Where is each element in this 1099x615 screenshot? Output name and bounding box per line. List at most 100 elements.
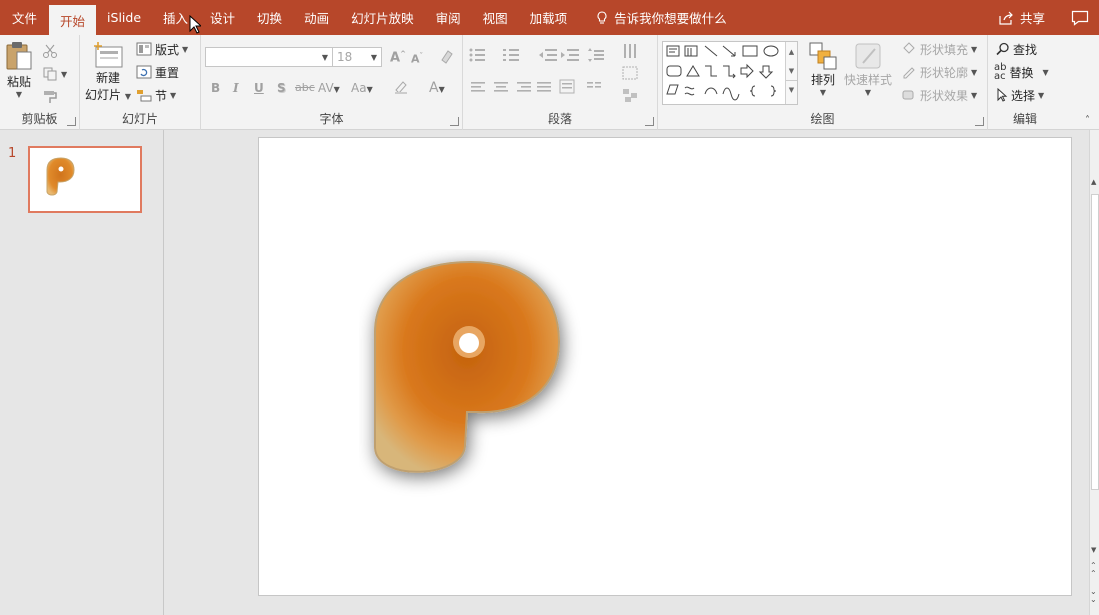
- gallery-more-icon[interactable]: ▼: [786, 80, 797, 99]
- slide-number: 1: [8, 146, 17, 161]
- change-case-button[interactable]: Aa▼: [351, 81, 373, 95]
- gallery-down-icon[interactable]: ▼: [786, 62, 797, 80]
- shape-effects-icon: [902, 90, 914, 100]
- tell-me-text: 告诉我你想要做什么: [614, 11, 727, 26]
- underline-button[interactable]: U: [254, 81, 264, 95]
- share-button[interactable]: 共享: [992, 8, 1063, 27]
- quick-styles-icon: [855, 43, 881, 69]
- layout-button[interactable]: 版式 ▼: [136, 39, 188, 59]
- font-size-input[interactable]: 18 ▼: [332, 47, 382, 67]
- char-spacing-label: AV: [318, 81, 334, 95]
- slide-canvas[interactable]: [258, 137, 1072, 596]
- thumbnail-letter-p-image: [46, 157, 75, 196]
- group-label-font: 字体: [319, 112, 344, 126]
- drawing-launcher-icon[interactable]: [975, 117, 984, 126]
- change-case-label: Aa: [351, 81, 367, 95]
- layout-icon: [136, 42, 152, 56]
- gallery-up-icon[interactable]: ▲: [786, 42, 797, 62]
- section-icon: [137, 90, 152, 102]
- justify-icon[interactable]: [537, 81, 553, 95]
- tab-review[interactable]: 审阅: [425, 0, 472, 35]
- shrink-font-icon[interactable]: Aˇ: [411, 52, 423, 66]
- lightbulb-icon: [597, 10, 607, 24]
- char-spacing-button[interactable]: AV▼: [318, 81, 340, 95]
- increase-indent-icon[interactable]: [561, 47, 579, 63]
- mouse-cursor-icon: [189, 15, 201, 34]
- font-launcher-icon[interactable]: [450, 117, 459, 126]
- cut-button[interactable]: [42, 41, 58, 61]
- italic-button[interactable]: I: [233, 81, 239, 95]
- ribbon-tab-bar: 文件 开始 iSlide 插入 设计 切换 动画 幻灯片放映 审阅 视图 加载项…: [0, 0, 1099, 35]
- group-font: ▼ 18 ▼ A^ Aˇ B I U S abc AV▼ Aa▼ A▼ 字体: [201, 35, 463, 130]
- align-text-icon[interactable]: [621, 65, 645, 81]
- group-label-drawing: 绘图: [810, 112, 835, 126]
- quick-styles-caret-icon: ▼: [864, 88, 872, 97]
- bullets-icon[interactable]: [469, 47, 491, 63]
- tell-me-box[interactable]: 告诉我你想要做什么: [596, 0, 727, 35]
- shape-effects-button[interactable]: 形状效果 ▼: [901, 85, 977, 105]
- copy-icon: [43, 67, 57, 81]
- section-button[interactable]: 节 ▼: [136, 85, 176, 105]
- paste-button[interactable]: 粘贴 ▼: [5, 41, 33, 99]
- tab-transitions[interactable]: 切换: [246, 0, 293, 35]
- tab-addins[interactable]: 加载项: [519, 0, 579, 35]
- tab-animations[interactable]: 动画: [293, 0, 340, 35]
- grow-font-icon[interactable]: A^: [390, 50, 406, 65]
- quick-styles-button[interactable]: 快速样式 ▼: [844, 41, 892, 97]
- strikethrough-button[interactable]: abc: [295, 81, 315, 94]
- tab-design[interactable]: 设计: [199, 0, 246, 35]
- search-icon: [996, 42, 1009, 56]
- line-spacing-icon[interactable]: [587, 47, 609, 63]
- vertical-scrollbar[interactable]: ▲ ▼ ⌃ ⌃ ⌄ ⌄: [1089, 130, 1099, 615]
- shape-effects-label: 形状效果: [920, 88, 969, 103]
- font-name-input[interactable]: ▼: [205, 47, 333, 67]
- tab-slideshow[interactable]: 幻灯片放映: [340, 0, 425, 35]
- highlight-icon[interactable]: [393, 79, 411, 95]
- scroll-up-icon[interactable]: ▲: [1091, 178, 1096, 186]
- shapes-gallery[interactable]: ▲ ▼ ▼: [662, 41, 798, 105]
- prev-slide-icon[interactable]: ⌃ ⌃: [1090, 562, 1097, 578]
- distributed-icon[interactable]: [559, 79, 577, 95]
- shape-outline-button[interactable]: 形状轮廓 ▼: [901, 62, 977, 82]
- slide-thumbnail[interactable]: [28, 146, 142, 213]
- next-slide-icon[interactable]: ⌄ ⌄: [1090, 588, 1097, 604]
- tab-view[interactable]: 视图: [472, 0, 519, 35]
- shape-fill-button[interactable]: 形状填充 ▼: [901, 39, 977, 59]
- decrease-indent-icon[interactable]: [539, 47, 557, 63]
- find-button[interactable]: 查找: [996, 39, 1037, 59]
- tab-islide[interactable]: iSlide: [96, 0, 152, 35]
- bold-button[interactable]: B: [211, 81, 220, 95]
- select-button[interactable]: 选择 ▼: [996, 85, 1044, 105]
- align-center-icon[interactable]: [493, 81, 509, 95]
- gallery-scrollbar[interactable]: ▲ ▼ ▼: [785, 42, 797, 104]
- ribbon-home: 粘贴 ▼ ▼ 剪贴板 新建 幻灯片 ▼ 版式 ▼ 重置 节 ▼ 幻灯片 ▼ 18…: [0, 35, 1099, 130]
- replace-button[interactable]: ab ac 替换 ▼: [994, 62, 1049, 82]
- tab-home[interactable]: 开始: [49, 5, 97, 35]
- reset-button[interactable]: 重置: [136, 62, 179, 82]
- format-painter-button[interactable]: [42, 87, 58, 107]
- numbering-icon[interactable]: [503, 47, 525, 63]
- comments-button[interactable]: [1069, 7, 1091, 29]
- arrange-label: 排列: [810, 73, 835, 87]
- copy-button[interactable]: ▼: [42, 64, 67, 84]
- tab-file[interactable]: 文件: [0, 0, 49, 35]
- font-color-button[interactable]: A▼: [429, 80, 445, 96]
- scroll-down-icon[interactable]: ▼: [1091, 546, 1096, 554]
- collapse-ribbon-icon[interactable]: ˄: [1085, 115, 1090, 126]
- text-shadow-button[interactable]: S: [277, 81, 286, 95]
- arrange-button[interactable]: 排列 ▼: [808, 41, 838, 97]
- columns-icon[interactable]: [587, 81, 609, 95]
- paste-caret-icon: ▼: [15, 90, 23, 99]
- clear-format-icon[interactable]: [439, 48, 455, 64]
- align-left-icon[interactable]: [471, 81, 487, 95]
- scroll-thumb[interactable]: [1091, 194, 1099, 490]
- text-direction-icon[interactable]: [621, 43, 645, 63]
- group-slides: 新建 幻灯片 ▼ 版式 ▼ 重置 节 ▼ 幻灯片: [80, 35, 201, 130]
- paragraph-launcher-icon[interactable]: [645, 117, 654, 126]
- align-right-icon[interactable]: [515, 81, 531, 95]
- smartart-icon[interactable]: [621, 87, 645, 103]
- clipboard-launcher-icon[interactable]: [67, 117, 76, 126]
- new-slide-button[interactable]: 新建 幻灯片 ▼: [85, 41, 131, 103]
- section-label: 节: [155, 88, 168, 103]
- copy-caret-icon: ▼: [61, 69, 68, 79]
